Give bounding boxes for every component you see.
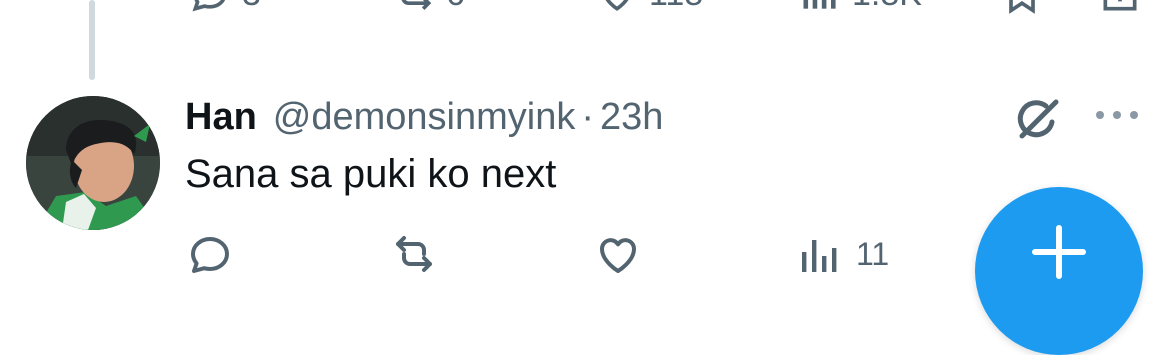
like-button[interactable] <box>594 230 642 278</box>
prev-reply-button[interactable]: 3 <box>188 0 261 16</box>
reply-icon <box>191 237 229 273</box>
header-separator: · <box>581 96 595 138</box>
grok-icon <box>1017 99 1059 139</box>
prev-bookmark-button[interactable] <box>1000 0 1044 16</box>
views-icon <box>803 0 836 9</box>
more-icon <box>1096 111 1138 119</box>
previous-tweet-actions: 3 6 118 1.8K <box>0 0 1170 16</box>
views-icon <box>802 240 837 272</box>
prev-views-count: 1.8K <box>852 0 922 14</box>
heart-icon <box>605 0 629 11</box>
tweet-timestamp[interactable]: 23h <box>600 96 663 139</box>
tweet-header: Han @demonsinmyink · 23h <box>185 96 663 140</box>
avatar[interactable] <box>26 96 160 230</box>
reply-icon <box>192 0 226 12</box>
heart-icon <box>600 238 636 273</box>
views-button[interactable]: 11 <box>796 230 889 278</box>
reply-button[interactable] <box>186 230 234 278</box>
views-count: 11 <box>856 235 890 272</box>
plus-icon <box>1032 225 1086 279</box>
bookmark-icon <box>1009 0 1035 14</box>
prev-share-button[interactable] <box>1098 0 1142 16</box>
compose-button[interactable] <box>975 187 1143 355</box>
tweet-text: Sana sa puki ko next <box>185 152 557 196</box>
retweet-button[interactable] <box>390 230 438 278</box>
prev-like-button[interactable]: 118 <box>595 0 703 16</box>
author-handle[interactable]: @demonsinmyink <box>273 96 576 139</box>
prev-retweet-button[interactable]: 6 <box>392 0 465 16</box>
grok-button[interactable] <box>1012 96 1064 142</box>
prev-views-button[interactable]: 1.8K <box>798 0 922 16</box>
retweet-icon <box>396 236 432 272</box>
more-button[interactable] <box>1094 100 1140 130</box>
share-icon <box>1103 0 1137 11</box>
author-name[interactable]: Han <box>185 96 257 139</box>
prev-reply-count: 3 <box>242 0 261 14</box>
prev-like-count: 118 <box>649 0 703 14</box>
retweet-icon <box>401 0 432 10</box>
prev-retweet-count: 6 <box>446 0 465 14</box>
avatar-image <box>26 96 160 230</box>
